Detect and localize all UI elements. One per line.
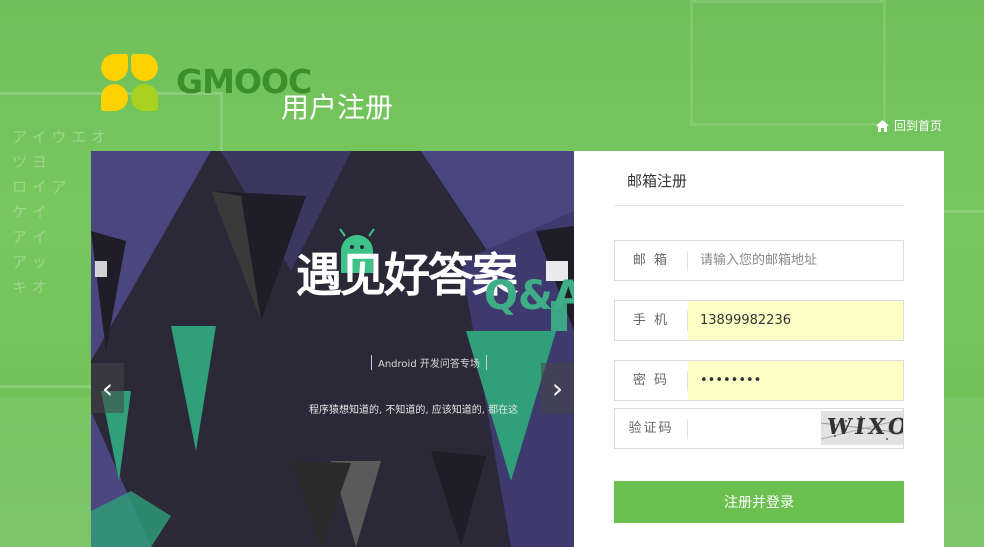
logo-icon[interactable] xyxy=(101,54,161,114)
email-label: 邮 箱 xyxy=(615,250,688,271)
home-link-label: 回到首页 xyxy=(894,119,943,133)
banner-carousel: 遇见好答案 Android 开发问答专场 程序猿想知道的, 不知道的, 应该知道… xyxy=(91,151,574,547)
banner-artwork xyxy=(91,151,574,547)
captcha-field-group: 验证码 WIXO xyxy=(614,408,904,449)
captcha-text: WIXO xyxy=(825,414,903,440)
background-window xyxy=(690,0,886,126)
captcha-label: 验证码 xyxy=(615,418,688,439)
banner-caption: 程序猿想知道的, 不知道的, 应该知道的, 都在这 xyxy=(309,405,519,416)
chevron-right-icon: › xyxy=(551,371,564,405)
register-login-button[interactable]: 注册并登录 xyxy=(614,481,904,523)
tab-divider xyxy=(614,205,904,206)
carousel-next-button[interactable]: › xyxy=(541,363,574,413)
home-icon xyxy=(876,119,889,132)
home-link[interactable]: 回到首页 xyxy=(876,117,942,134)
chevron-left-icon: ‹ xyxy=(101,371,114,405)
phone-field-group: 手 机 xyxy=(614,300,904,341)
banner-qa-text: Q&A xyxy=(484,273,574,319)
page-title: 用户注册 xyxy=(281,91,394,124)
phone-label: 手 机 xyxy=(615,310,688,331)
banner-subtitle: Android 开发问答专场 xyxy=(371,355,487,370)
tab-email-register[interactable]: 邮箱注册 xyxy=(627,170,687,191)
register-panel: 遇见好答案 Android 开发问答专场 程序猿想知道的, 不知道的, 应该知道… xyxy=(91,151,944,547)
password-field-group: 密 码 xyxy=(614,360,904,401)
email-field-group: 邮 箱 xyxy=(614,240,904,281)
carousel-prev-button[interactable]: ‹ xyxy=(91,363,124,413)
password-field[interactable] xyxy=(688,361,903,400)
banner-title: 遇见好答案 xyxy=(296,248,518,302)
phone-field[interactable] xyxy=(688,301,903,340)
password-label: 密 码 xyxy=(615,370,688,391)
captcha-image[interactable]: WIXO xyxy=(821,411,903,445)
email-field[interactable] xyxy=(688,241,903,280)
